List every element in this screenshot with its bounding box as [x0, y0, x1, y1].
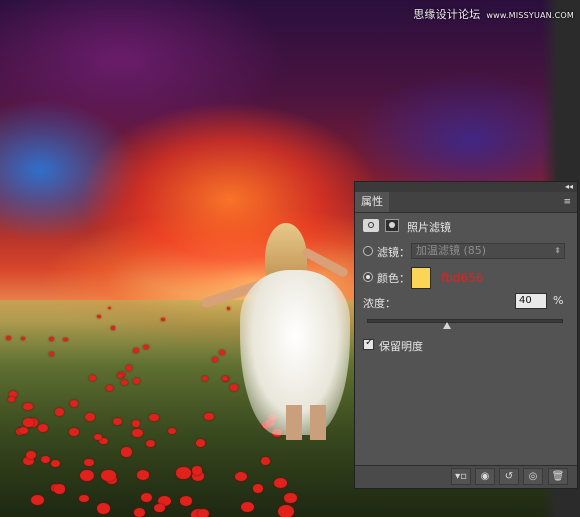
- preserve-luminosity-row: 保留明度: [355, 335, 577, 357]
- poppy-flower: [143, 344, 149, 349]
- preserve-luminosity-checkbox[interactable]: [363, 337, 374, 350]
- poppy-flower: [197, 508, 209, 517]
- clip-to-layer-icon[interactable]: ▾▫: [451, 468, 471, 485]
- poppy-flower: [229, 384, 239, 391]
- figure-legs: [286, 405, 326, 440]
- panel-tab-row: 属性 ≡: [355, 192, 577, 213]
- color-radio[interactable]: [363, 272, 373, 282]
- reset-icon[interactable]: ↺: [499, 468, 519, 485]
- poppy-flower: [125, 365, 133, 371]
- density-input[interactable]: 40: [515, 293, 547, 309]
- poppy-flower: [101, 469, 116, 482]
- adjustment-header: 照片滤镜: [355, 213, 577, 239]
- trash-icon[interactable]: 🗑: [548, 468, 568, 485]
- filter-select-value: 加温滤镜 (85): [416, 244, 487, 257]
- poppy-flower: [284, 493, 297, 503]
- poppy-flower: [69, 399, 79, 407]
- poppy-flower: [278, 505, 295, 517]
- poppy-flower: [136, 470, 149, 480]
- poppy-flower: [176, 467, 191, 479]
- density-unit: %: [553, 294, 564, 307]
- properties-panel: ◂◂ 属性 ≡ 照片滤镜 滤镜： 加温滤镜 (85) ⬍ 颜色： fbd656 …: [354, 181, 578, 489]
- tab-properties[interactable]: 属性: [355, 192, 389, 212]
- poppy-flower: [37, 423, 49, 433]
- filter-row: 滤镜： 加温滤镜 (85) ⬍: [355, 239, 577, 265]
- poppy-flower: [23, 402, 33, 411]
- poppy-flower: [68, 427, 80, 436]
- poppy-flower: [120, 447, 133, 457]
- poppy-flower: [168, 427, 177, 434]
- poppy-flower: [161, 317, 165, 321]
- density-label: 浓度：: [363, 297, 396, 310]
- visibility-eye-icon[interactable]: ◎: [523, 468, 543, 485]
- poppy-flower: [146, 440, 155, 447]
- poppy-flower: [55, 408, 65, 416]
- poppy-flower: [195, 439, 206, 447]
- panel-footer: ▾▫ ◉ ↺ ◎ 🗑: [355, 465, 577, 488]
- poppy-flower: [131, 428, 143, 438]
- select-arrows-icon: ⬍: [554, 246, 561, 255]
- poppy-flower: [110, 326, 116, 330]
- poppy-flower: [191, 466, 202, 475]
- filter-label: 滤镜：: [377, 246, 410, 259]
- density-slider-track[interactable]: [367, 319, 563, 323]
- watermark: 思缘设计论坛 www.MISSYUAN.COM: [413, 6, 574, 22]
- poppy-flower: [149, 413, 159, 422]
- poppy-flower: [53, 484, 65, 494]
- photo-filter-adjustment-icon[interactable]: [363, 219, 379, 232]
- panel-topbar: ◂◂: [355, 182, 577, 192]
- density-slider-thumb[interactable]: [443, 322, 452, 329]
- preserve-luminosity-label: 保留明度: [379, 340, 423, 353]
- poppy-flower: [132, 378, 140, 384]
- color-swatch[interactable]: [411, 267, 431, 289]
- poppy-flower: [117, 373, 123, 378]
- poppy-flower: [154, 504, 165, 513]
- color-hex-annotation: fbd656: [441, 271, 484, 285]
- poppy-flower: [105, 385, 113, 391]
- layer-mask-icon[interactable]: [385, 219, 399, 232]
- poppy-flower: [131, 420, 140, 427]
- panel-menu-icon[interactable]: ≡: [563, 197, 571, 207]
- poppy-flower: [63, 337, 68, 342]
- color-label: 颜色：: [377, 272, 410, 285]
- poppy-flower: [234, 471, 247, 482]
- poppy-flower: [260, 457, 271, 465]
- poppy-flower: [240, 501, 254, 513]
- color-row: 颜色： fbd656: [355, 265, 577, 291]
- density-control: 浓度： 40 %: [355, 291, 577, 335]
- view-previous-icon[interactable]: ◉: [475, 468, 495, 485]
- poppy-flower: [252, 484, 264, 493]
- poppy-flower: [141, 492, 153, 502]
- collapse-panel-icon[interactable]: ◂◂: [565, 182, 573, 192]
- poppy-flower: [218, 349, 225, 355]
- filter-select[interactable]: 加温滤镜 (85) ⬍: [411, 243, 565, 259]
- filter-radio[interactable]: [363, 246, 373, 256]
- poppy-flower: [120, 379, 128, 386]
- poppy-flower: [274, 477, 287, 488]
- poppy-flower: [85, 412, 96, 421]
- poppy-flower: [31, 495, 44, 505]
- adjustment-title: 照片滤镜: [407, 221, 451, 234]
- watermark-url: www.MISSYUAN.COM: [486, 11, 574, 20]
- watermark-text: 思缘设计论坛: [413, 8, 481, 21]
- poppy-flower: [8, 396, 15, 402]
- poppy-flower: [221, 375, 229, 381]
- poppy-flower: [201, 376, 208, 382]
- poppy-flower: [22, 418, 34, 428]
